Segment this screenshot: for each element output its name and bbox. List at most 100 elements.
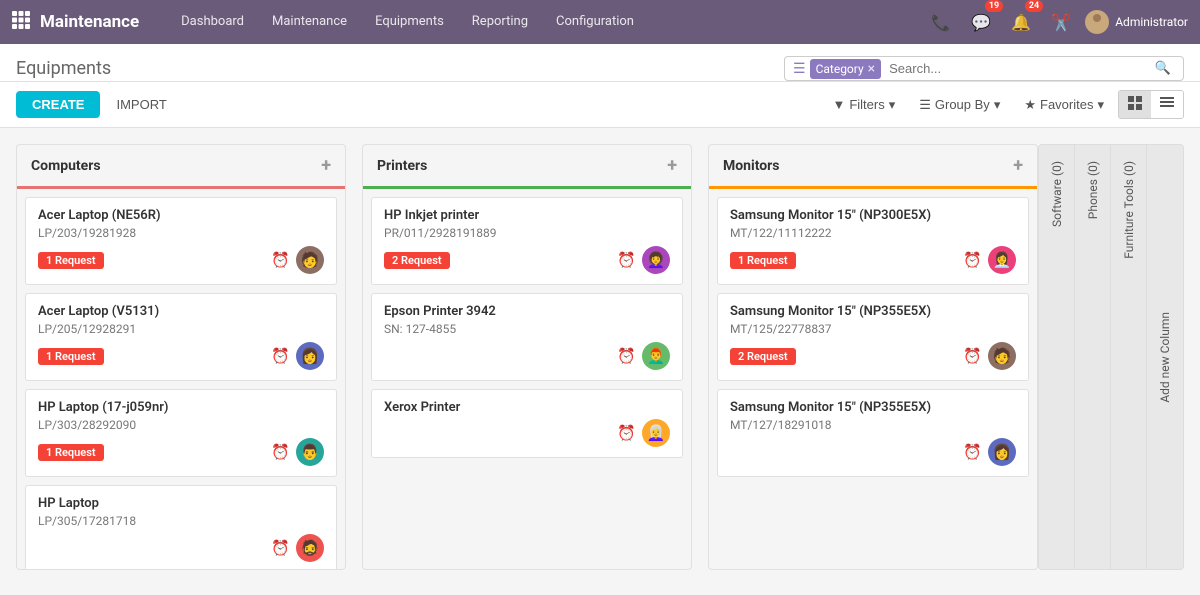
favorites-button[interactable]: ★ Favorites ▾ — [1014, 93, 1114, 117]
user-menu[interactable]: Administrator — [1085, 10, 1188, 34]
card-actions: ⏰ 🧑 — [963, 342, 1016, 370]
collapsed-col-label: Software (0) — [1050, 153, 1064, 235]
column-title: Monitors — [723, 158, 780, 174]
list-view-button[interactable] — [1151, 91, 1183, 118]
column-cards: Samsung Monitor 15" (NP300E5X) MT/122/11… — [709, 189, 1037, 485]
card-actions: ⏰ 👩 — [963, 438, 1016, 466]
column-title: Computers — [31, 158, 101, 174]
nav-links: Dashboard Maintenance Equipments Reporti… — [167, 0, 925, 44]
nav-equipments[interactable]: Equipments — [361, 0, 458, 44]
card-title: Epson Printer 3942 — [384, 304, 670, 319]
messages-badge[interactable]: 💬 19 — [965, 6, 997, 38]
card-footer: 1 Request ⏰ 👨 — [38, 438, 324, 466]
notifications-badge[interactable]: 🔔 24 — [1005, 6, 1037, 38]
card-title: Samsung Monitor 15" (NP355E5X) — [730, 304, 1016, 319]
column-header-computers: Computers + — [17, 145, 345, 189]
nav-maintenance[interactable]: Maintenance — [258, 0, 361, 44]
groupby-button[interactable]: ☰ Group By ▾ — [909, 93, 1010, 117]
top-navigation: Maintenance Dashboard Maintenance Equipm… — [0, 0, 1200, 44]
column-add-button[interactable]: + — [321, 155, 331, 176]
create-button[interactable]: CREATE — [16, 91, 100, 118]
collapsed-col-label: Furniture Tools (0) — [1122, 153, 1136, 267]
clock-icon: ⏰ — [271, 347, 290, 365]
card-actions: ⏰ 👩‍💼 — [963, 246, 1016, 274]
card-footer: 2 Request ⏰ 🧑 — [730, 342, 1016, 370]
card-title: Xerox Printer — [384, 400, 670, 415]
category-tag[interactable]: Category × — [810, 59, 882, 79]
request-badge: 1 Request — [38, 348, 104, 365]
card-title: Acer Laptop (NE56R) — [38, 208, 324, 223]
kanban-column-computers: Computers + Acer Laptop (NE56R) LP/203/19… — [16, 144, 346, 570]
star-icon: ★ — [1024, 97, 1036, 113]
clock-icon: ⏰ — [963, 443, 982, 461]
collapsed-column-1[interactable]: Phones (0) — [1075, 145, 1111, 569]
grid-icon[interactable] — [12, 11, 30, 33]
request-badge: 2 Request — [384, 252, 450, 269]
filter-icon: ☰ — [793, 61, 806, 77]
request-badge: 1 Request — [38, 444, 104, 461]
card-serial: LP/205/12928291 — [38, 322, 324, 336]
clock-icon: ⏰ — [271, 539, 290, 557]
collapsed-col-label: Phones (0) — [1086, 153, 1100, 227]
phone-icon[interactable]: 📞 — [925, 6, 957, 38]
column-header-monitors: Monitors + — [709, 145, 1037, 189]
card-title: Samsung Monitor 15" (NP300E5X) — [730, 208, 1016, 223]
avatar: 👩 — [296, 342, 324, 370]
table-row[interactable]: Acer Laptop (V5131) LP/205/12928291 1 Re… — [25, 293, 337, 381]
app-brand: Maintenance — [40, 12, 139, 32]
search-input[interactable] — [885, 57, 1151, 80]
filters-button[interactable]: ▼ Filters ▾ — [822, 93, 905, 117]
nav-configuration[interactable]: Configuration — [542, 0, 648, 44]
column-add-button[interactable]: + — [667, 155, 677, 176]
kanban-view-button[interactable] — [1119, 91, 1151, 118]
category-tag-label: Category — [816, 62, 864, 76]
column-header-printers: Printers+ — [363, 145, 691, 189]
card-actions: ⏰ 👩‍🦱 — [617, 246, 670, 274]
card-serial: SN: 127-4855 — [384, 322, 670, 336]
notifications-count: 24 — [1025, 0, 1043, 12]
card-footer: ⏰ 🧔 — [38, 534, 324, 562]
table-row[interactable]: Epson Printer 3942 SN: 127-4855 ⏰ 👨‍🦰 — [371, 293, 683, 381]
avatar: 👨‍🦰 — [642, 342, 670, 370]
collapsed-columns: Software (0) Phones (0) Furniture Tools (0… — [1038, 144, 1184, 570]
clock-icon: ⏰ — [617, 251, 636, 269]
page-title: Equipments — [16, 58, 111, 79]
table-row[interactable]: Acer Laptop (NE56R) LP/203/19281928 1 Re… — [25, 197, 337, 285]
clock-icon: ⏰ — [963, 251, 982, 269]
category-tag-remove[interactable]: × — [868, 61, 875, 77]
add-column-button[interactable]: Add new Column — [1147, 145, 1183, 569]
collapsed-column-0[interactable]: Software (0) — [1039, 145, 1075, 569]
table-row[interactable]: HP Laptop LP/305/17281718 ⏰ 🧔 — [25, 485, 337, 569]
card-footer: 1 Request ⏰ 🧑 — [38, 246, 324, 274]
avatar: 👩 — [988, 438, 1016, 466]
table-row[interactable]: Xerox Printer ⏰ 👩‍🦳 — [371, 389, 683, 458]
table-row[interactable]: Samsung Monitor 15" (NP355E5X) MT/125/22… — [717, 293, 1029, 381]
card-title: HP Laptop — [38, 496, 324, 511]
filter-icon: ▼ — [832, 97, 845, 112]
card-actions: ⏰ 🧑 — [271, 246, 324, 274]
card-footer: ⏰ 👩‍🦳 — [384, 419, 670, 447]
user-name: Administrator — [1115, 15, 1188, 29]
column-cards: HP Inkjet printer PR/011/2928191889 2 Re… — [363, 189, 691, 466]
card-footer: 2 Request ⏰ 👩‍🦱 — [384, 246, 670, 274]
search-bar[interactable]: ☰ Category × 🔍 — [784, 56, 1184, 81]
view-toggle — [1118, 90, 1184, 119]
avatar: 👨 — [296, 438, 324, 466]
card-title: HP Inkjet printer — [384, 208, 670, 223]
groupby-icon: ☰ — [919, 97, 931, 113]
card-serial: LP/203/19281928 — [38, 226, 324, 240]
import-button[interactable]: IMPORT — [104, 91, 178, 118]
card-actions: ⏰ 🧔 — [271, 534, 324, 562]
column-add-button[interactable]: + — [1013, 155, 1023, 176]
avatar: 👩‍💼 — [988, 246, 1016, 274]
nav-reporting[interactable]: Reporting — [458, 0, 542, 44]
messages-count: 19 — [985, 0, 1003, 12]
search-button[interactable]: 🔍 — [1151, 57, 1175, 80]
collapsed-column-2[interactable]: Furniture Tools (0) — [1111, 145, 1147, 569]
nav-dashboard[interactable]: Dashboard — [167, 0, 258, 44]
tools-icon[interactable]: ✂️ — [1045, 6, 1077, 38]
table-row[interactable]: Samsung Monitor 15" (NP300E5X) MT/122/11… — [717, 197, 1029, 285]
table-row[interactable]: Samsung Monitor 15" (NP355E5X) MT/127/18… — [717, 389, 1029, 477]
table-row[interactable]: HP Laptop (17-j059nr) LP/303/28292090 1 … — [25, 389, 337, 477]
table-row[interactable]: HP Inkjet printer PR/011/2928191889 2 Re… — [371, 197, 683, 285]
